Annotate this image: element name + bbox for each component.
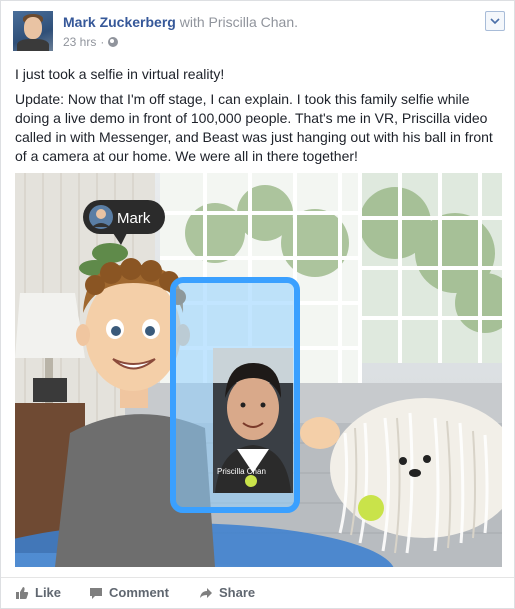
post-photo[interactable]: Mark Priscilla Chan bbox=[15, 173, 502, 567]
lamp-shade bbox=[15, 293, 85, 358]
post-meta: 23 hrs · bbox=[63, 35, 119, 49]
comment-bubble-icon bbox=[90, 587, 102, 599]
post-header: Mark Zuckerberg with Priscilla Chan. bbox=[63, 14, 298, 30]
avatar-hand bbox=[300, 417, 340, 449]
author-name-link[interactable]: Mark Zuckerberg bbox=[63, 14, 176, 30]
name-tag-label: Mark bbox=[117, 210, 151, 227]
share-arrow-icon bbox=[200, 587, 212, 598]
post-action-bar: Like Comment Share bbox=[1, 577, 514, 609]
globe-icon[interactable] bbox=[108, 37, 119, 47]
post-card: Mark Zuckerberg with Priscilla Chan. 23 … bbox=[0, 0, 515, 609]
thumbs-up-icon bbox=[16, 586, 29, 599]
share-label: Share bbox=[219, 585, 256, 600]
chevron-down-icon bbox=[490, 18, 500, 25]
comment-button[interactable]: Comment bbox=[89, 585, 169, 600]
post-body: I just took a selfie in virtual reality!… bbox=[15, 65, 505, 172]
author-avatar[interactable] bbox=[13, 11, 53, 51]
post-timestamp[interactable]: 23 hrs bbox=[63, 35, 96, 49]
comment-label: Comment bbox=[109, 585, 169, 600]
like-label: Like bbox=[35, 585, 62, 600]
tagged-friend-link[interactable]: Priscilla Chan. bbox=[209, 14, 298, 30]
vr-selfie-frame: Priscilla Chan bbox=[170, 277, 300, 513]
tennis-ball bbox=[358, 495, 384, 521]
with-text: with bbox=[179, 14, 205, 30]
post-paragraph: Update: Now that I'm off stage, I can ex… bbox=[15, 91, 493, 164]
share-button[interactable]: Share bbox=[199, 585, 255, 600]
post-paragraph: I just took a selfie in virtual reality! bbox=[15, 66, 225, 82]
video-call-caption: Priscilla Chan bbox=[217, 467, 266, 476]
meta-separator: · bbox=[100, 35, 105, 49]
like-button[interactable]: Like bbox=[15, 585, 61, 600]
post-options-button[interactable] bbox=[485, 11, 505, 31]
